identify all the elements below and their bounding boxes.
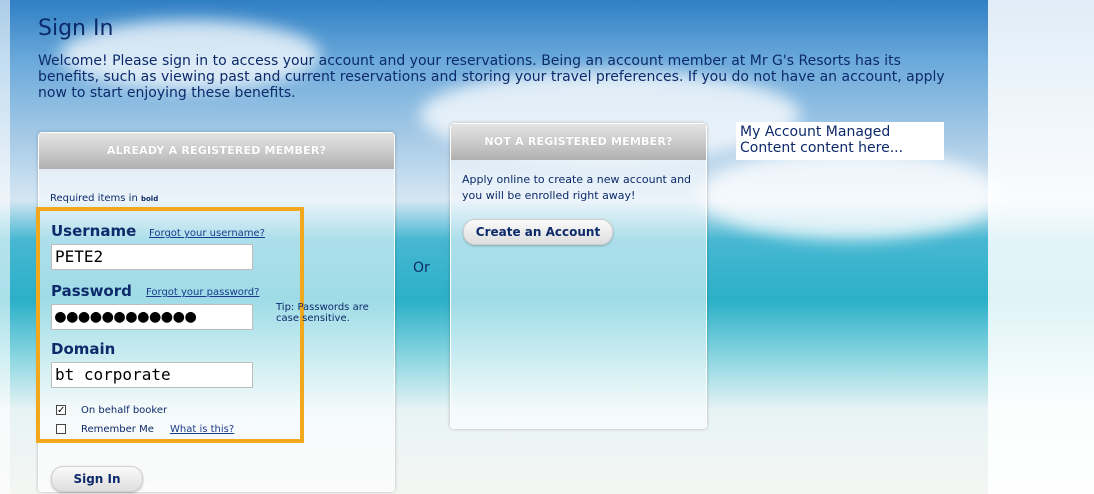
password-tip: Tip: Passwords are case sensitive. — [276, 302, 369, 324]
page-frame-left — [0, 0, 10, 494]
remember-me-checkbox[interactable] — [56, 424, 66, 434]
on-behalf-booker-label: On behalf booker — [81, 405, 168, 416]
new-member-panel: NOT A REGISTERED MEMBER? — [450, 123, 707, 429]
forgot-username-link[interactable]: Forgot your username? — [149, 228, 265, 239]
remember-me-label: Remember Me — [81, 424, 154, 435]
forgot-password-link[interactable]: Forgot your password? — [146, 287, 259, 298]
domain-label: Domain — [51, 340, 116, 358]
username-label: Username — [51, 222, 137, 240]
intro-text: Welcome! Please sign in to access your a… — [38, 53, 945, 101]
or-separator: Or — [413, 260, 430, 276]
sign-in-button[interactable]: Sign In — [51, 466, 143, 492]
password-label: Password — [51, 282, 132, 300]
registered-member-header: ALREADY A REGISTERED MEMBER? — [39, 133, 394, 169]
on-behalf-booker-checkbox[interactable]: ✓ — [56, 405, 66, 416]
what-is-this-link[interactable]: What is this? — [170, 424, 234, 435]
new-member-header: NOT A REGISTERED MEMBER? — [451, 124, 706, 160]
background-cloud — [700, 150, 1000, 240]
checkmark-icon: ✓ — [57, 405, 66, 416]
page-title: Sign In — [38, 16, 114, 41]
required-note: Required items in bold — [50, 193, 159, 204]
create-account-button[interactable]: Create an Account — [463, 219, 613, 245]
managed-content-box: My Account Managed Content content here.… — [736, 122, 944, 160]
password-input[interactable]: ●●●●●●●●●●●● — [51, 304, 253, 330]
username-input[interactable]: PETE2 — [51, 244, 253, 270]
domain-input[interactable]: bt corporate — [51, 362, 253, 388]
page-frame-right — [988, 0, 1094, 494]
new-member-text: Apply online to create a new account and… — [462, 173, 692, 202]
